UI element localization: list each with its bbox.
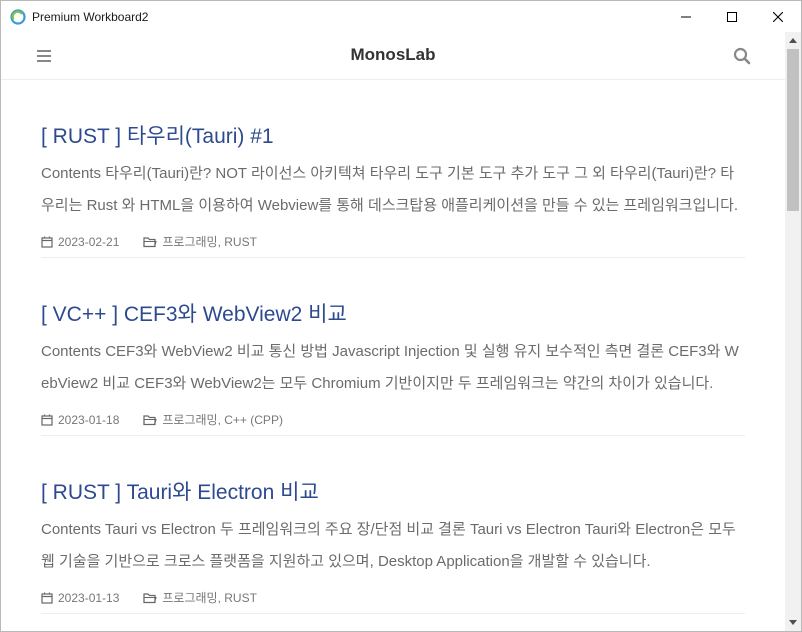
post-title-link[interactable]: [ RUST ] Tauri와 Electron 비교: [41, 476, 319, 506]
scroll-up-arrow-icon: [789, 38, 797, 43]
maximize-button[interactable]: [709, 1, 755, 32]
post-item: [ RUST ] 타우리(Tauri) #1 Contents 타우리(Taur…: [41, 80, 745, 258]
scroll-thumb[interactable]: [787, 49, 799, 211]
minimize-icon: [681, 16, 691, 17]
post-meta: 2023-01-18 프로그래밍, C++ (CPP): [41, 411, 283, 428]
calendar-icon: [41, 592, 53, 604]
post-excerpt: Contents CEF3와 WebView2 비교 통신 방법 Javascr…: [41, 343, 739, 392]
post-date: 2023-02-21: [41, 235, 119, 249]
folder-icon: [143, 414, 158, 425]
title-bar[interactable]: Premium Workboard2: [1, 1, 801, 32]
calendar-icon: [41, 414, 53, 426]
post-list: [ RUST ] 타우리(Tauri) #1 Contents 타우리(Taur…: [41, 80, 745, 614]
post-meta: 2023-02-21 프로그래밍, RUST: [41, 233, 257, 250]
post-category: 프로그래밍, RUST: [143, 589, 257, 606]
post-date-text: 2023-02-21: [58, 234, 120, 249]
search-icon: [733, 47, 751, 65]
close-button[interactable]: [755, 1, 801, 32]
post-excerpt: Contents Tauri vs Electron 두 프레임워크의 주요 장…: [41, 521, 736, 570]
close-icon: [773, 11, 783, 22]
search-button[interactable]: [733, 47, 751, 65]
post-item: [ VC++ ] CEF3와 WebView2 비교 Contents CEF3…: [41, 258, 745, 436]
post-category-text[interactable]: 프로그래밍, RUST: [162, 589, 257, 606]
post-date-text: 2023-01-18: [58, 412, 120, 427]
post-category: 프로그래밍, C++ (CPP): [143, 411, 283, 428]
scroll-up-button[interactable]: [785, 32, 801, 48]
scroll-down-arrow-icon: [789, 620, 797, 625]
post-date: 2023-01-13: [41, 591, 119, 605]
site-header: MonosLab: [1, 32, 785, 80]
post-date: 2023-01-18: [41, 413, 119, 427]
app-window: Premium Workboard2 MonosLab [RUST] 타우리…: [0, 0, 802, 632]
scroll-down-button[interactable]: [785, 615, 801, 631]
vertical-scrollbar[interactable]: [785, 32, 801, 631]
post-category-text[interactable]: 프로그래밍, RUST: [162, 233, 257, 250]
post-category-text[interactable]: 프로그래밍, C++ (CPP): [162, 411, 283, 428]
edge-webview-icon: [10, 8, 26, 25]
post-title-link[interactable]: [ RUST ] 타우리(Tauri) #1: [41, 120, 274, 150]
maximize-icon: [727, 11, 737, 22]
window-title: Premium Workboard2: [32, 9, 149, 24]
calendar-icon: [41, 236, 53, 248]
post-excerpt: Contents 타우리(Tauri)란? NOT 라이선스 아키텍쳐 타우리 …: [41, 165, 739, 214]
site-brand[interactable]: MonosLab: [1, 45, 785, 65]
post-item: [ RUST ] Tauri와 Electron 비교 Contents Tau…: [41, 436, 745, 614]
minimize-button[interactable]: [663, 1, 709, 32]
window-controls: [663, 1, 801, 32]
folder-icon: [143, 592, 158, 603]
post-title-link[interactable]: [ VC++ ] CEF3와 WebView2 비교: [41, 298, 347, 328]
post-meta: 2023-01-13 프로그래밍, RUST: [41, 589, 257, 606]
post-date-text: 2023-01-13: [58, 590, 120, 605]
post-category: 프로그래밍, RUST: [143, 233, 257, 250]
folder-icon: [143, 236, 158, 247]
